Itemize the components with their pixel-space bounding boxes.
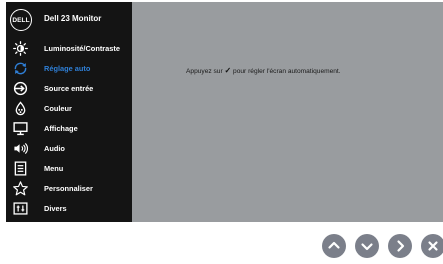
dell-logo: DELL [10, 9, 32, 31]
input-source-icon [12, 80, 28, 96]
content-panel: Appuyez sur ✓ pour régler l'écran automa… [132, 2, 443, 222]
menu-item-label: Audio [44, 144, 65, 153]
right-button[interactable] [388, 234, 412, 258]
auto-adjust-icon [12, 60, 28, 76]
color-icon [12, 100, 28, 116]
osd-menu: Luminosité/Contraste Réglage auto Source… [6, 38, 132, 218]
menu-icon [12, 160, 28, 176]
menu-item-personalize[interactable]: Personnaliser [6, 178, 132, 198]
message-text-before: Appuyez sur [186, 68, 223, 75]
star-icon [12, 180, 28, 196]
menu-item-label: Personnaliser [44, 184, 93, 193]
message-text-after: pour régler l'écran automatiquement. [233, 68, 341, 75]
osd-window: DELL Dell 23 Monitor Luminosité/Contrast… [6, 2, 443, 222]
menu-item-menu[interactable]: Menu [6, 158, 132, 178]
menu-item-label: Luminosité/Contraste [44, 44, 120, 53]
menu-item-display[interactable]: Affichage [6, 118, 132, 138]
chevron-down-icon [361, 243, 373, 251]
monitor-buttons [322, 234, 443, 260]
brand-header: DELL Dell 23 Monitor [6, 2, 132, 38]
menu-item-others[interactable]: Divers [6, 198, 132, 218]
brightness-icon [12, 40, 28, 56]
menu-item-auto-adjust[interactable]: Réglage auto [6, 58, 132, 78]
menu-item-label: Couleur [44, 104, 72, 113]
display-icon [12, 120, 28, 136]
sidebar: DELL Dell 23 Monitor Luminosité/Contrast… [6, 2, 132, 222]
monitor-title: Dell 23 Monitor [44, 14, 102, 23]
others-icon [12, 200, 28, 216]
menu-item-label: Menu [44, 164, 64, 173]
audio-icon [12, 140, 28, 156]
menu-item-input-source[interactable]: Source entrée [6, 78, 132, 98]
chevron-up-icon [328, 241, 340, 249]
menu-item-label: Réglage auto [44, 64, 91, 73]
menu-item-label: Affichage [44, 124, 78, 133]
menu-item-brightness-contrast[interactable]: Luminosité/Contraste [6, 38, 132, 58]
auto-adjust-message: Appuyez sur ✓ pour régler l'écran automa… [186, 66, 341, 75]
check-icon: ✓ [224, 66, 232, 75]
close-icon [428, 241, 438, 251]
menu-item-color[interactable]: Couleur [6, 98, 132, 118]
up-button[interactable] [322, 234, 346, 258]
down-button[interactable] [355, 234, 379, 258]
menu-item-label: Source entrée [44, 84, 94, 93]
menu-item-label: Divers [44, 204, 67, 213]
menu-item-audio[interactable]: Audio [6, 138, 132, 158]
close-button[interactable] [421, 234, 443, 258]
chevron-right-icon [397, 240, 405, 252]
